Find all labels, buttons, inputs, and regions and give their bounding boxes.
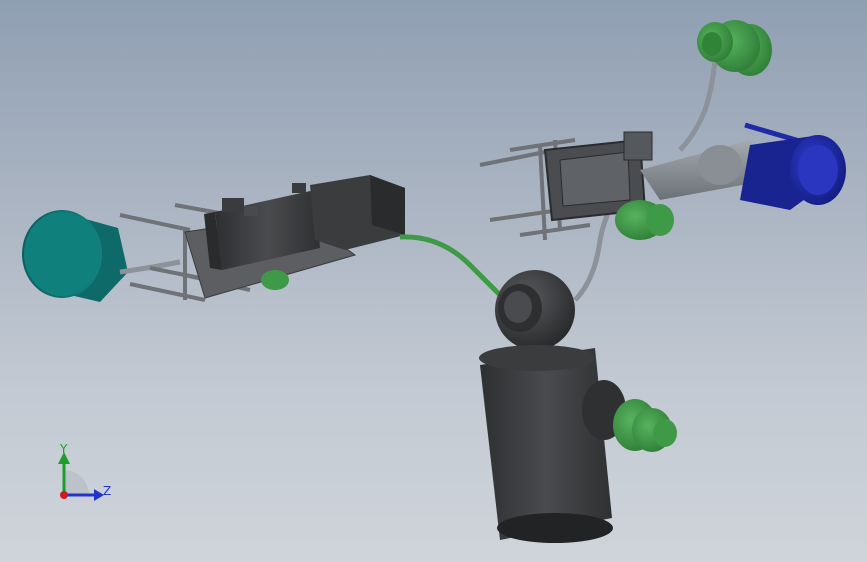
left-unit[interactable] bbox=[22, 175, 405, 302]
blue-motor[interactable] bbox=[740, 122, 846, 210]
cable-top bbox=[678, 59, 718, 152]
center-joint[interactable] bbox=[495, 270, 575, 350]
coordinate-triad: Y Z bbox=[44, 440, 124, 510]
green-rotor-top[interactable] bbox=[697, 20, 772, 76]
z-axis-label: Z bbox=[103, 484, 112, 498]
teal-motor[interactable] bbox=[22, 210, 128, 302]
3d-viewport[interactable]: Y Z bbox=[0, 0, 867, 562]
left-fitting bbox=[222, 198, 244, 212]
x-axis-dot bbox=[60, 491, 68, 499]
right-unit[interactable] bbox=[479, 122, 846, 241]
y-axis-label: Y bbox=[60, 442, 68, 456]
cable-green-center bbox=[399, 234, 507, 302]
green-rotor-bottom bbox=[613, 399, 677, 452]
assembly-model[interactable] bbox=[0, 0, 867, 562]
right-top-box bbox=[623, 131, 653, 161]
triad-svg bbox=[58, 452, 104, 501]
bottom-cylinder[interactable] bbox=[479, 345, 677, 543]
